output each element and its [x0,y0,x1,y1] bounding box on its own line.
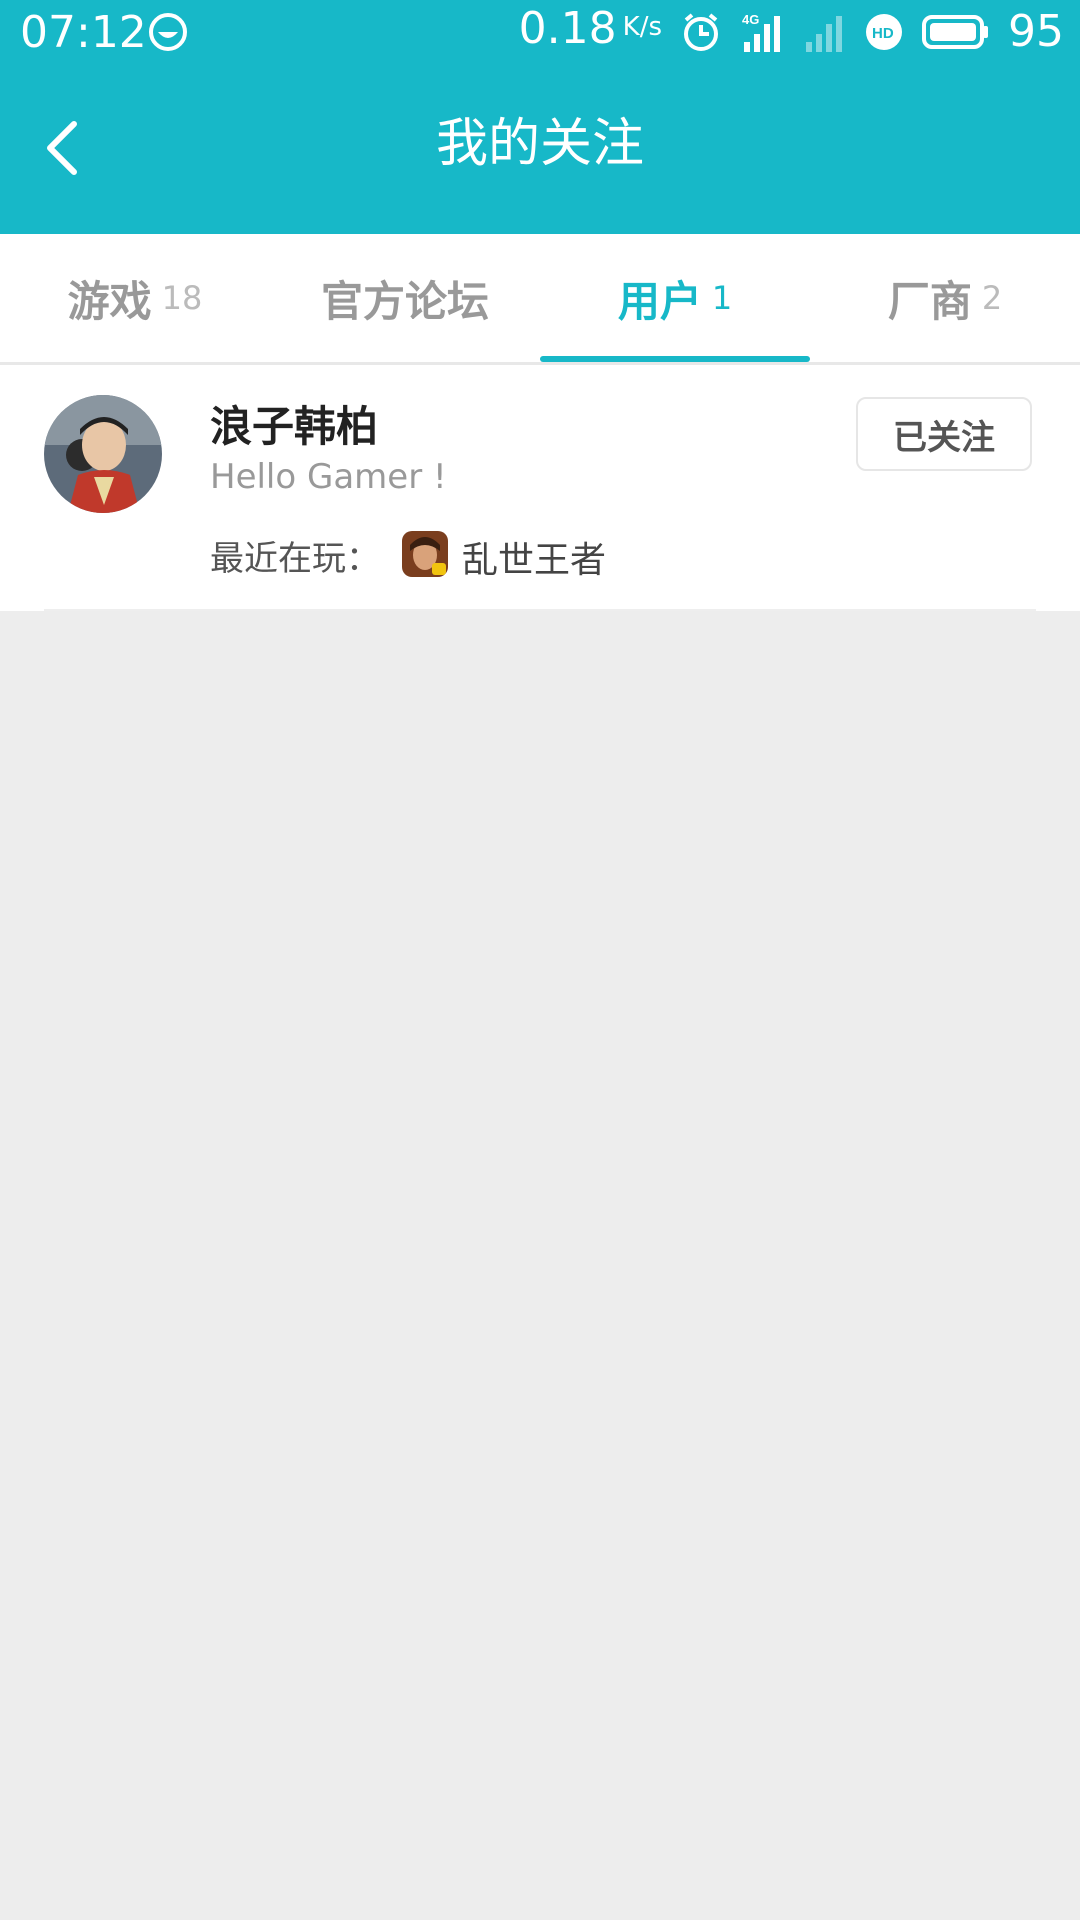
tab-bar: 游戏 18 官方论坛 用户 1 厂商 2 [0,234,1080,365]
followed-button[interactable]: 已关注 [856,397,1032,471]
page-title: 我的关注 [435,114,644,174]
svg-text:HD: HD [872,25,894,42]
user-list: 浪子韩柏 Hello Gamer ! 最近在玩： 乱世王者 已关注 [0,365,1080,611]
recent-game-name[interactable]: 乱世王者 [462,531,606,583]
smiley-icon [149,13,187,51]
title-bar: 我的关注 [0,64,1080,234]
status-bar: 07:12 0.18 K/s 4G HD 95 [0,0,1080,64]
tab-indicator [540,356,810,362]
tab-count: 1 [711,279,733,317]
tab-count: 18 [161,279,203,317]
avatar[interactable] [44,395,162,513]
list-item[interactable]: 浪子韩柏 Hello Gamer ! 最近在玩： 乱世王者 已关注 [0,365,1080,611]
status-right: 0.18 K/s 4G HD 95 [518,3,1064,58]
alarm-icon [684,13,718,51]
status-time: 07:12 [20,7,147,58]
hd-icon: HD [866,14,902,50]
user-name: 浪子韩柏 [210,402,379,451]
battery-level: 95 [1008,6,1064,57]
game-icon[interactable] [402,531,448,577]
signal-4g-icon: 4G [742,12,780,52]
signal-weak-icon [806,16,842,52]
tab-official-forum[interactable]: 官方论坛 [270,234,540,362]
recent-playing-label: 最近在玩： [210,539,380,579]
svg-text:4G: 4G [742,12,759,27]
user-signature: Hello Gamer ! [210,457,447,497]
tab-vendors[interactable]: 厂商 2 [810,234,1080,362]
battery-icon [922,15,988,49]
tab-games[interactable]: 游戏 18 [0,234,270,362]
row-divider [44,609,1036,611]
tab-users[interactable]: 用户 1 [540,234,810,362]
tab-count: 2 [981,279,1003,317]
net-speed: 0.18 K/s [518,3,662,54]
